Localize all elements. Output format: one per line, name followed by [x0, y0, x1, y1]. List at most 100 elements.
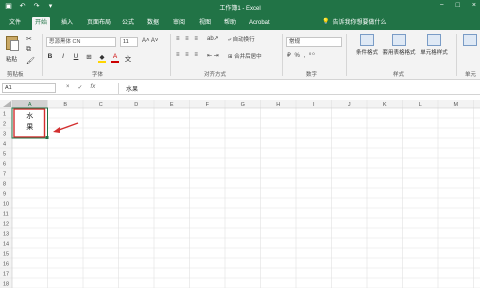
cell-styles-icon [427, 34, 441, 46]
row-header-3[interactable]: 3 [3, 132, 6, 138]
row-header-10[interactable]: 10 [3, 202, 9, 208]
row-header-2[interactable]: 2 [3, 122, 6, 128]
tab-data[interactable]: 数据 [144, 17, 162, 30]
row-header-12[interactable]: 12 [3, 222, 9, 228]
conditional-formatting-icon [360, 34, 374, 46]
cell-a1-text[interactable]: 果 [26, 123, 33, 131]
number-format-icons[interactable]: ₽ % , ⁰⁰ [287, 52, 316, 59]
formula-icons: × ✓ fx [66, 84, 95, 91]
border-icon[interactable]: ⊞ [85, 53, 93, 63]
paste-icon[interactable] [4, 34, 22, 52]
formula-bar: A1 × ✓ fx 水果 [0, 82, 480, 95]
merge-center-button[interactable]: ⊞ 合并后居中 [228, 52, 262, 60]
row-header-7[interactable]: 7 [3, 172, 6, 178]
name-box[interactable]: A1 [2, 83, 56, 93]
number-group-label: 数字 [306, 72, 318, 78]
tab-view[interactable]: 视图 [196, 17, 214, 30]
underline-button[interactable]: U [72, 53, 80, 63]
cancel-icon[interactable]: × [66, 84, 70, 91]
wrap-text-button[interactable]: ⤶ 自动换行 [228, 35, 255, 44]
italic-button[interactable]: I [59, 53, 67, 63]
row-header-16[interactable]: 16 [3, 262, 9, 268]
function-icon[interactable]: fx [91, 84, 96, 91]
format-as-table-button[interactable]: 套用表格格式 [382, 34, 416, 56]
tab-file[interactable]: 文件 [6, 17, 24, 30]
ribbon-tabs: 文件 开始 插入 页面布局 公式 数据 审阅 视图 帮助 Acrobat [0, 14, 480, 30]
wrap-text-label: 自动换行 [232, 37, 255, 43]
cell-a1-text[interactable]: 水 [26, 111, 33, 120]
font-size-select[interactable]: 11 [120, 37, 138, 47]
row-header-8[interactable]: 8 [3, 182, 6, 188]
row-header-15[interactable]: 15 [3, 252, 9, 258]
paste-button-label[interactable]: 粘贴 [6, 55, 17, 63]
column-header-e[interactable]: E [170, 102, 174, 108]
font-group-label: 字体 [92, 72, 104, 78]
tab-page-layout[interactable]: 页面布局 [84, 17, 114, 30]
formula-content[interactable]: 水果 [126, 84, 138, 93]
fill-handle[interactable] [45, 136, 49, 139]
cells-insert-icon [463, 34, 477, 46]
row-header-17[interactable]: 17 [3, 272, 9, 278]
sheet-grid[interactable]: A B C D E F G H I J K L M123456789101112131415161718… [0, 100, 480, 288]
tab-formulas[interactable]: 公式 [119, 17, 137, 30]
group-divider [170, 34, 171, 76]
group-divider [456, 34, 457, 76]
format-as-table-label: 套用表格格式 [382, 50, 416, 56]
alignment-group-label: 对齐方式 [204, 72, 227, 78]
font-format-row: B I U ⊞ ◆ A 文 [46, 53, 132, 63]
cell-styles-label: 单元格样式 [420, 50, 448, 56]
top-align-icons[interactable]: ≡ ≡ ≡ [176, 36, 200, 42]
row-header-6[interactable]: 6 [3, 162, 6, 168]
maximize-button[interactable]: □ [456, 2, 460, 9]
column-header-l[interactable]: L [419, 102, 422, 108]
column-header-k[interactable]: K [383, 102, 387, 108]
phonetic-icon[interactable]: 文 [124, 53, 132, 63]
merge-center-label: 合并后居中 [234, 54, 262, 60]
tab-home[interactable]: 开始 [32, 17, 51, 30]
column-header-a[interactable]: A [28, 102, 32, 108]
column-header-g[interactable]: G [241, 102, 245, 108]
tab-acrobat[interactable]: Acrobat [246, 17, 273, 30]
column-header-c[interactable]: C [99, 102, 103, 108]
font-name-select[interactable]: 思源黑体 CN [46, 37, 116, 47]
copy-icon[interactable]: ⧉ [26, 46, 31, 54]
cells-group-label: 单元 [465, 72, 477, 78]
horizontal-align-icons[interactable]: ≡ ≡ ≡ [176, 52, 200, 58]
tab-help[interactable]: 帮助 [221, 17, 239, 30]
row-header-9[interactable]: 9 [3, 192, 6, 198]
row-header-18[interactable]: 18 [3, 282, 9, 288]
column-header-h[interactable]: H [276, 102, 280, 108]
tab-review[interactable]: 审阅 [170, 17, 188, 30]
column-header-b[interactable]: B [63, 102, 67, 108]
enter-icon[interactable]: ✓ [78, 84, 83, 91]
close-button[interactable]: × [472, 2, 476, 9]
column-header-j[interactable]: J [348, 102, 351, 108]
row-header-14[interactable]: 14 [3, 242, 9, 248]
fill-color-icon[interactable]: ◆ [98, 53, 106, 63]
row-header-1[interactable]: 1 [3, 112, 6, 118]
indent-icons[interactable]: ⇤ ⇥ [207, 52, 219, 59]
tab-insert[interactable]: 插入 [58, 17, 76, 30]
font-grow-icons[interactable]: A˄ A˅ [142, 38, 158, 44]
window-controls: − □ × [440, 2, 476, 9]
cut-icon[interactable]: ✂ [26, 35, 32, 43]
bold-button[interactable]: B [46, 53, 54, 63]
format-painter-icon[interactable]: 🖌 [26, 57, 35, 65]
orientation-icon[interactable]: ab↗ [207, 35, 219, 42]
row-header-13[interactable]: 13 [3, 232, 9, 238]
lightbulb-icon: 💡 [322, 19, 330, 25]
column-header-d[interactable]: D [134, 102, 138, 108]
row-header-4[interactable]: 4 [3, 142, 6, 148]
font-color-button[interactable]: A [111, 53, 119, 63]
number-format-select[interactable]: 常规 [286, 37, 342, 47]
cells-button[interactable] [460, 34, 480, 48]
minimize-button[interactable]: − [440, 2, 444, 9]
tell-me-box[interactable]: 💡 告诉我你想要做什么 [322, 17, 387, 26]
format-as-table-icon [392, 34, 406, 46]
cell-styles-button[interactable]: 单元格样式 [416, 34, 452, 56]
conditional-formatting-button[interactable]: 条件格式 [352, 34, 382, 56]
column-header-m[interactable]: M [453, 102, 458, 108]
group-divider [42, 34, 43, 76]
row-header-11[interactable]: 11 [3, 212, 9, 218]
row-header-5[interactable]: 5 [3, 152, 6, 158]
